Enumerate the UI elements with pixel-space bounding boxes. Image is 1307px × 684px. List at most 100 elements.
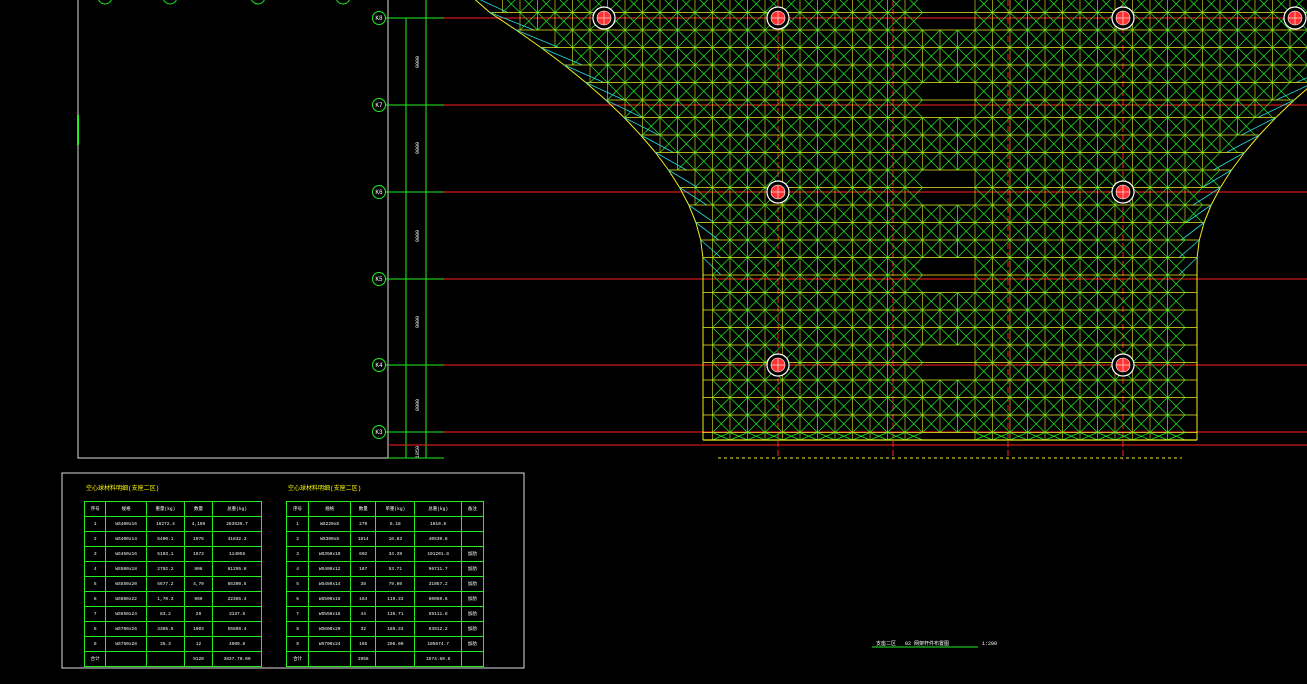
schedule-right-table: 序号 规格 数量 单重(kg) 总重(kg) 备注 1 WS220x6 279 6.18 1610.… [285, 501, 485, 667]
table-cell: 3137.5 [212, 606, 262, 622]
table-row: 3 WS350x10 602 34.39 101201.8 加肋 [285, 546, 485, 562]
table-cell: WS650x24 [105, 606, 147, 622]
table-cell: 加肋 [460, 606, 485, 622]
table-cell: 序号 [285, 501, 310, 517]
table-cell: WS500x16 [308, 591, 352, 607]
table-cell: 1 [285, 516, 310, 532]
table-row: 4 WS400x12 167 53.71 96711.7 加肋 [285, 561, 485, 577]
table-cell: 合计 [83, 651, 107, 667]
table-cell: 22365.4 [212, 591, 262, 607]
table-total-row: 合计 9120 3837.70.09 [83, 651, 262, 667]
table-cell: 16272.4 [145, 516, 185, 532]
table-cell: 合计 [285, 651, 310, 667]
axis-lines [388, 0, 1307, 460]
table-cell: WS750x28 [105, 636, 147, 652]
table-cell: 29 [183, 606, 214, 622]
dimension-label: 9000 [415, 55, 422, 69]
schedule-left-title: 空心球材料明细(支座二区) [86, 485, 160, 492]
table-cell: 加肋 [460, 591, 485, 607]
table-cell: 79.60 [375, 576, 416, 592]
dimension-label: 9000 [415, 141, 422, 155]
table-cell: 105674.7 [414, 636, 462, 652]
table-row: 5 WS550x20 5677.2 4,70 65309.5 [83, 576, 262, 592]
table-row: 8 WS600x20 32 189.33 63912.2 加肋 [285, 621, 485, 637]
table-cell: 1,70.3 [145, 591, 185, 607]
table-row: 7 WS650x24 83.2 29 3137.5 [83, 606, 262, 622]
table-cell: 数量 [350, 501, 377, 517]
table-cell: WS400x14 [105, 531, 147, 547]
table-cell [460, 651, 485, 667]
axis-bubbles [386, 17, 444, 433]
table-cell: WS600x22 [105, 591, 147, 607]
schedule-right-title: 空心球材料明细(支座二区) [288, 485, 362, 492]
table-cell: 单重(kg) [375, 501, 416, 517]
table-cell: WS500x18 [105, 561, 147, 577]
table-row: 2 WS400x14 5400.1 1976 41632.3 [83, 531, 262, 547]
table-cell: 2 [83, 531, 107, 547]
table-cell: WS700x24 [308, 636, 352, 652]
table-cell: 总重(kg) [414, 501, 462, 517]
table-cell: 加肋 [460, 546, 485, 562]
drawing-title-prefix: 支座二区 [876, 641, 897, 647]
table-cell: 5103.1 [145, 546, 185, 562]
table-row: 9 WS750x28 35.3 12 4509.8 [83, 636, 262, 652]
schedule-left-table: 序号 规格 重量(kg) 数量 总重(kg) 1 WS400x16 16272.4 4,199 2… [83, 501, 262, 667]
table-cell: 38 [350, 576, 377, 592]
table-cell: 283539.7 [212, 516, 262, 532]
table-row: 6 WS500x16 164 119.33 60050.6 加肋 [285, 591, 485, 607]
table-cell: 32 [350, 621, 377, 637]
table-header-row: 序号 规格 重量(kg) 数量 总重(kg) [83, 501, 262, 517]
table-cell: 5 [285, 576, 310, 592]
table-cell: 44 [350, 606, 377, 622]
table-cell: 加肋 [460, 576, 485, 592]
table-cell: 6.18 [375, 516, 416, 532]
table-cell: 6 [285, 591, 310, 607]
table-row: 3 WS450x16 5103.1 1673 114055 [83, 546, 262, 562]
table-cell: 重量(kg) [145, 501, 185, 517]
table-cell: 31057.2 [414, 576, 462, 592]
table-cell: 40530.8 [414, 531, 462, 547]
table-row: 6 WS600x22 1,70.3 969 22365.4 [83, 591, 262, 607]
table-cell: 4 [285, 561, 310, 577]
table-cell: WS450x16 [105, 546, 147, 562]
table-row: 8 WS700x26 4385.5 1003 55809.4 [83, 621, 262, 637]
table-cell: 规格 [105, 501, 147, 517]
table-cell: 164 [350, 591, 377, 607]
axis-bubble-k3: K3 [372, 425, 386, 439]
table-cell: 1574.50.6 [414, 651, 462, 667]
table-cell: 数量 [183, 501, 214, 517]
table-cell: WS400x16 [105, 516, 147, 532]
table-cell: 55809.4 [212, 621, 262, 637]
table-cell: 1 [83, 516, 107, 532]
axis-bubble-k7: K7 [372, 98, 386, 112]
table-cell: 101201.8 [414, 546, 462, 562]
table-cell: 4385.5 [145, 621, 185, 637]
table-cell: 9 [285, 636, 310, 652]
table-row: 9 WS700x24 165 298.00 105674.7 加肋 [285, 636, 485, 652]
table-row: 2 WS300x8 1814 16.83 40530.8 [285, 531, 485, 547]
table-cell: 61295.6 [212, 561, 262, 577]
table-cell: 4509.8 [212, 636, 262, 652]
table-cell: 602 [350, 546, 377, 562]
table-cell: 加肋 [460, 561, 485, 577]
table-cell: 1673 [183, 546, 214, 562]
table-cell: 114055 [212, 546, 262, 562]
table-cell: 6 [83, 591, 107, 607]
table-cell: 2 [285, 531, 310, 547]
table-cell: 4 [83, 561, 107, 577]
table-cell: 96711.7 [414, 561, 462, 577]
dimension-label: 9000 [415, 315, 422, 329]
table-cell: 5677.2 [145, 576, 185, 592]
table-cell: 总重(kg) [212, 501, 262, 517]
table-cell: WS600x20 [308, 621, 352, 637]
table-cell [308, 651, 352, 667]
table-cell: 135.71 [375, 606, 416, 622]
table-cell: 83.2 [145, 606, 185, 622]
left-sheet-frame [77, 0, 389, 459]
axis-bubble-k6: K6 [372, 185, 386, 199]
table-cell: 53.71 [375, 561, 416, 577]
table-cell: 3837.70.09 [212, 651, 262, 667]
space-truss-mesh [474, 0, 1307, 459]
table-cell: 7 [285, 606, 310, 622]
table-cell: 34.39 [375, 546, 416, 562]
